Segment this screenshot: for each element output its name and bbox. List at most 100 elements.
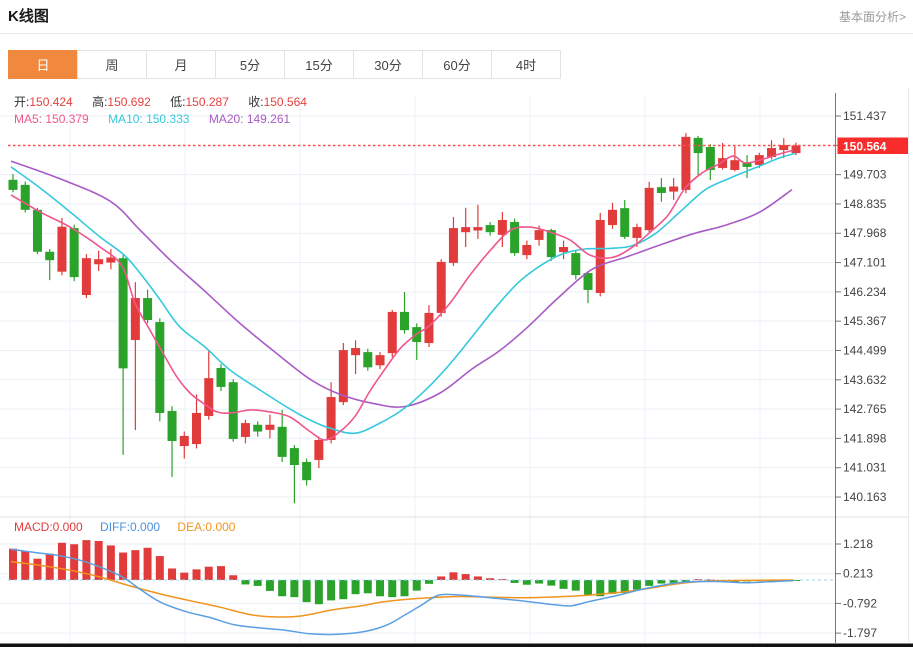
candle-up — [106, 257, 115, 262]
price-axis-label: 151.437 — [843, 109, 887, 123]
macd-axis-label: -1.797 — [843, 626, 877, 640]
macd-bar-negative — [303, 580, 311, 602]
macd-bar-positive — [21, 551, 29, 580]
macd-value-legend: MACD:0.000 — [14, 520, 83, 534]
close-label: 收: — [248, 95, 263, 109]
candle-up — [669, 187, 678, 192]
macd-histogram — [9, 540, 800, 604]
price-axis-label: 142.765 — [843, 402, 887, 416]
candle-down — [168, 411, 177, 441]
macd-bar-negative — [376, 580, 384, 596]
candle-up — [559, 247, 568, 252]
price-axis-label: 149.703 — [843, 168, 887, 182]
close-value: 150.564 — [264, 95, 307, 109]
macd-bar-positive — [144, 548, 152, 580]
high-value: 150.692 — [107, 95, 150, 109]
candle-up — [265, 425, 274, 430]
macd-bar-negative — [401, 580, 409, 596]
diff-value-legend: DIFF:0.000 — [100, 520, 160, 534]
macd-bar-positive — [33, 559, 41, 580]
macd-bar-negative — [645, 580, 653, 586]
candle-up — [596, 220, 605, 293]
candle-up — [498, 220, 507, 235]
current-price-badge-text: 150.564 — [843, 140, 887, 154]
candle-up — [351, 348, 360, 355]
macd-bar-negative — [278, 580, 286, 596]
candle-up — [376, 355, 385, 365]
macd-bar-negative — [535, 580, 543, 584]
ma10-legend: MA10: 150.333 — [108, 112, 189, 126]
price-axis-label: 147.968 — [843, 226, 887, 240]
period-tab-5[interactable]: 30分 — [353, 50, 423, 79]
macd-bar-negative — [364, 580, 372, 593]
macd-bar-negative — [413, 580, 421, 591]
low-label: 低: — [170, 95, 185, 109]
price-axis-label: 145.367 — [843, 314, 887, 328]
period-tab-7[interactable]: 4时 — [491, 50, 561, 79]
high-label: 高: — [92, 95, 107, 109]
ma-legend: MA5: 150.379 MA10: 150.333 MA20: 149.261 — [14, 112, 306, 126]
macd-bar-positive — [156, 556, 164, 580]
period-tabbar: 日周月5分15分30分60分4时 — [8, 50, 561, 79]
candle-up — [608, 210, 617, 225]
period-tab-0[interactable]: 日 — [8, 50, 78, 79]
candle-up — [645, 188, 654, 230]
candle-down — [302, 462, 311, 480]
candle-down — [143, 298, 152, 320]
candle-up — [632, 227, 641, 238]
fundamental-analysis-link[interactable]: 基本面分析> — [839, 8, 906, 25]
candle-down — [278, 427, 287, 457]
candle-down — [510, 222, 519, 253]
macd-bar-negative — [352, 580, 360, 594]
candle-down — [571, 253, 580, 275]
kline-chart-canvas[interactable]: 151.437149.703148.835147.968147.101146.2… — [0, 88, 913, 648]
macd-bar-negative — [290, 580, 298, 597]
macd-bar-negative — [425, 580, 433, 584]
candle-down — [363, 352, 372, 367]
macd-bar-positive — [131, 550, 139, 580]
macd-bar-negative — [388, 580, 396, 597]
ma5-legend: MA5: 150.379 — [14, 112, 89, 126]
macd-bar-negative — [584, 580, 592, 595]
candle-down — [620, 208, 629, 237]
candle-up — [449, 228, 458, 263]
period-tab-1[interactable]: 周 — [77, 50, 147, 79]
macd-bar-negative — [633, 580, 641, 590]
period-tab-3[interactable]: 5分 — [215, 50, 285, 79]
macd-legend: MACD:0.000 DIFF:0.000 DEA:0.000 — [14, 520, 249, 534]
price-axis-label: 143.632 — [843, 373, 887, 387]
period-tab-4[interactable]: 15分 — [284, 50, 354, 79]
price-axis-label: 141.898 — [843, 431, 887, 445]
candle-down — [9, 180, 18, 190]
macd-bar-negative — [560, 580, 568, 589]
macd-bar-negative — [315, 580, 323, 604]
candle-down — [400, 312, 409, 330]
low-value: 150.287 — [186, 95, 229, 109]
macd-bar-positive — [229, 575, 237, 580]
page-title: K线图 — [8, 5, 49, 26]
macd-bar-negative — [254, 580, 262, 586]
candle-up — [522, 245, 531, 255]
candle-down — [253, 425, 262, 432]
macd-axis-label: -0.792 — [843, 596, 877, 610]
candle-up — [57, 227, 66, 272]
macd-bar-negative — [572, 580, 580, 591]
period-tab-6[interactable]: 60分 — [422, 50, 492, 79]
macd-bar-negative — [608, 580, 616, 594]
macd-bar-positive — [449, 572, 457, 580]
open-label: 开: — [14, 95, 29, 109]
candle-up — [314, 440, 323, 460]
macd-bar-positive — [95, 541, 103, 580]
macd-bar-positive — [70, 544, 78, 580]
macd-axis-label: 1.218 — [843, 537, 873, 551]
price-axis-label: 147.101 — [843, 256, 887, 270]
candle-down — [70, 228, 79, 277]
candle-up — [473, 227, 482, 230]
candle-down — [45, 252, 54, 260]
price-axis-label: 146.234 — [843, 285, 887, 299]
candle-down — [290, 448, 299, 465]
ma10-line — [11, 153, 795, 433]
kline-widget: K线图 基本面分析> 日周月5分15分30分60分4时 151.437 149.7… — [0, 0, 913, 648]
period-tab-2[interactable]: 月 — [146, 50, 216, 79]
candle-up — [388, 312, 397, 353]
